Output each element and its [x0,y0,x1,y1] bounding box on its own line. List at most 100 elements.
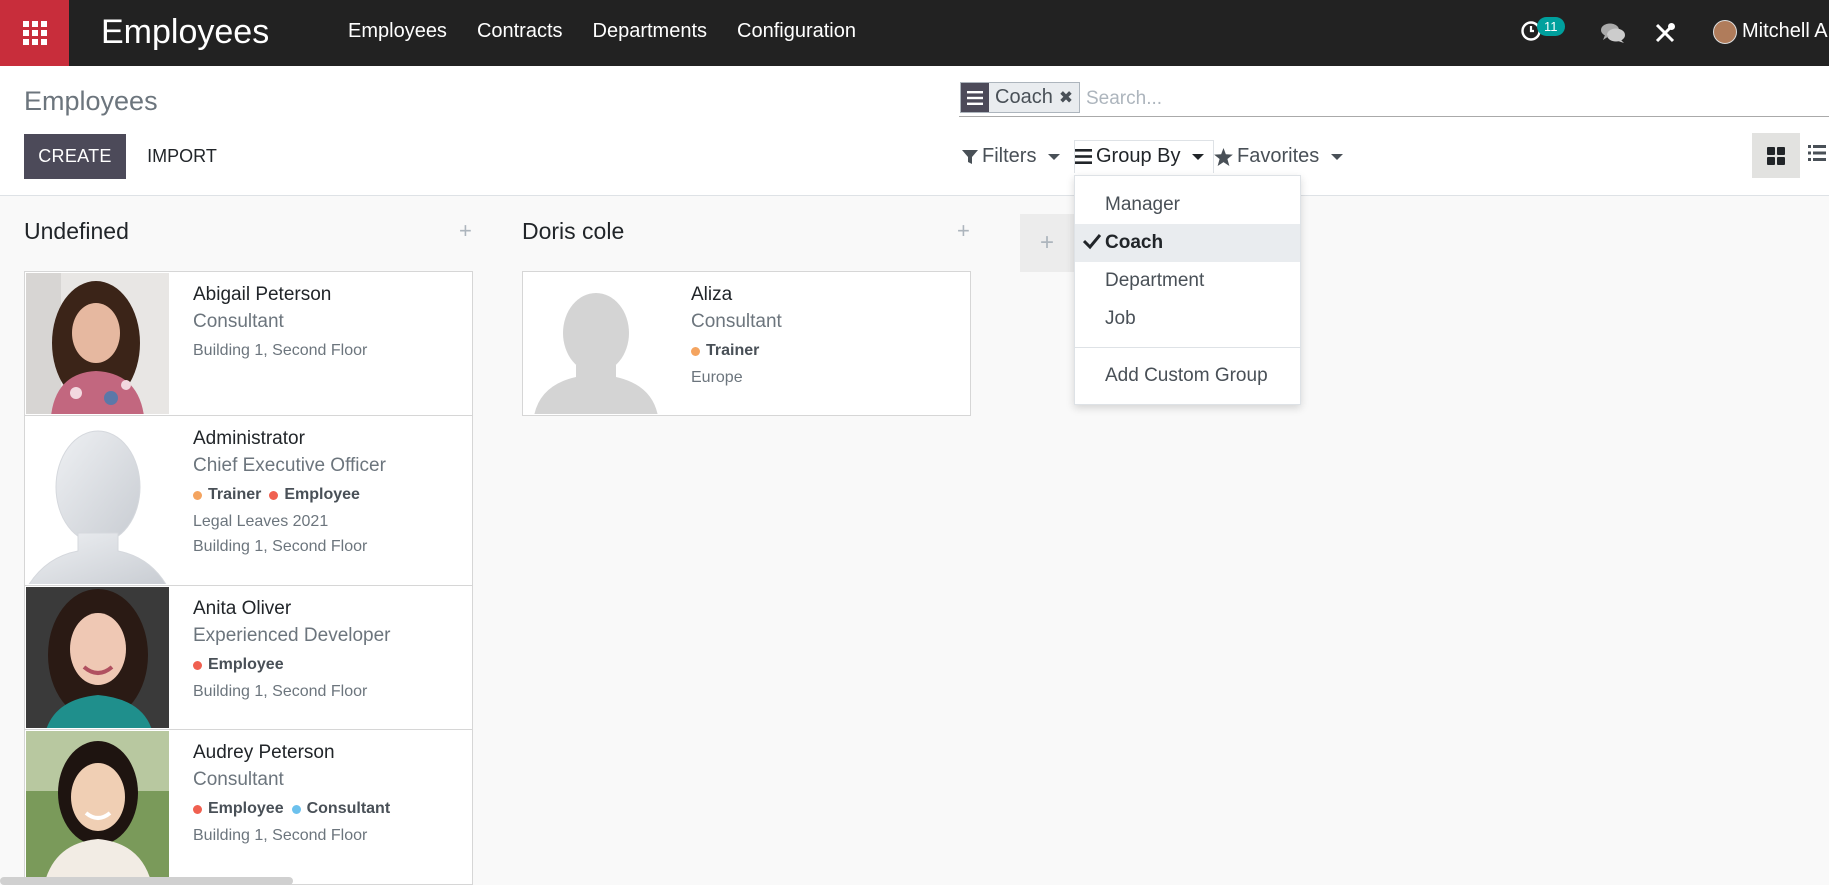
group-by-label: Group By [1096,145,1181,167]
dropdown-divider [1075,347,1300,348]
tag-color-dot [291,804,301,814]
kanban-view-button[interactable] [1752,133,1800,178]
filters-dropdown-toggle[interactable]: Filters [962,145,1061,168]
star-icon [1214,147,1233,166]
employee-card[interactable]: Aliza Consultant Trainer Europe [522,271,971,416]
grid-icon [22,21,47,45]
employee-work-location: Building 1, Second Floor [193,827,368,844]
card-body: Abigail Peterson Consultant Building 1, … [193,284,462,360]
create-button[interactable]: CREATE [24,134,126,179]
employee-work-location: Building 1, Second Floor [193,342,368,359]
employee-work-location: Europe [691,369,743,386]
favorites-dropdown-toggle[interactable]: Favorites [1214,145,1344,168]
chat-bubbles-icon [1601,23,1625,43]
option-label: Coach [1105,232,1164,253]
menu-configuration[interactable]: Configuration [737,20,856,43]
tag-color-dot [193,490,202,500]
tag-label: Consultant [306,800,391,817]
column-title[interactable]: Doris cole [522,218,624,245]
card-body: Audrey Peterson Consultant Employee Cons… [193,742,462,845]
list-view-button[interactable] [1808,145,1826,166]
employee-name: Audrey Peterson [193,742,335,763]
kanban-grid-icon [1767,146,1785,165]
employee-tags: Employee Consultant [193,800,462,818]
tag-consultant: Consultant [291,800,391,818]
card-body: Aliza Consultant Trainer Europe [691,284,960,387]
column-title[interactable]: Undefined [24,218,129,245]
employee-name: Anita Oliver [193,598,292,619]
messaging-button[interactable] [1600,22,1626,49]
funnel-icon [962,149,978,164]
card-body: Administrator Chief Executive Officer Tr… [193,428,462,556]
menu-employees[interactable]: Employees [348,20,447,43]
employee-card[interactable]: Administrator Chief Executive Officer Tr… [24,415,473,586]
column-quick-create-icon[interactable]: + [459,218,472,244]
column-quick-create-icon[interactable]: + [957,218,970,244]
card-body: Anita Oliver Experienced Developer Emplo… [193,598,462,701]
breadcrumb: Employees [24,86,158,116]
import-button[interactable]: IMPORT [136,134,228,179]
employee-name: Abigail Peterson [193,284,332,305]
activity-count-badge: 11 [1537,17,1565,36]
search-facet-coach[interactable]: Coach ✖ [960,82,1081,113]
group-by-option-job[interactable]: Job [1075,300,1300,338]
employee-photo [524,273,667,414]
main-menu: Employees Contracts Departments Configur… [348,20,856,43]
tag-label: Employee [208,656,284,673]
facet-remove-icon[interactable]: ✖ [1059,88,1079,108]
employee-card[interactable]: Audrey Peterson Consultant Employee Cons… [24,729,473,885]
check-icon [1083,234,1101,250]
user-menu[interactable]: Mitchell A [1742,20,1828,43]
employee-photo [26,273,169,414]
menu-departments[interactable]: Departments [593,20,708,43]
tag-color-dot [193,660,202,670]
employee-photo [26,731,169,883]
control-panel: Employees CREATE IMPORT Coach ✖ Filters … [0,66,1829,196]
employee-name: Administrator [193,428,305,449]
tag-employee: Employee [269,486,360,504]
employee-job-title: Experienced Developer [193,625,391,646]
employee-work-location: Building 1, Second Floor [193,538,368,555]
search-input[interactable] [1084,84,1788,114]
employee-tags: Trainer [691,342,960,360]
menu-contracts[interactable]: Contracts [477,20,563,43]
bars-icon [1075,149,1092,164]
user-avatar[interactable] [1713,20,1737,44]
employee-work-location: Building 1, Second Floor [193,683,368,700]
group-by-option-coach[interactable]: Coach [1075,224,1300,262]
apps-menu-button[interactable] [0,0,69,66]
group-by-facet-icon [961,83,989,112]
employee-name: Aliza [691,284,733,305]
employee-job-title: Consultant [691,311,782,332]
tag-color-dot [269,490,279,500]
group-by-option-department[interactable]: Department [1075,262,1300,300]
favorites-label: Favorites [1237,145,1320,167]
tag-trainer: Trainer [691,342,759,360]
tag-label: Employee [208,800,284,817]
employee-card[interactable]: Anita Oliver Experienced Developer Emplo… [24,585,473,730]
group-by-dropdown-toggle[interactable]: Group By [1075,145,1205,168]
group-by-dropdown-menu: Manager Coach Department Job Add Custom … [1074,175,1301,405]
facet-label: Coach [995,86,1053,108]
horizontal-scrollbar[interactable] [0,877,293,885]
employee-tags: Trainer Employee [193,486,462,504]
tag-color-dot [193,804,202,814]
employee-job-title: Chief Executive Officer [193,455,386,476]
debug-tools-button[interactable] [1654,22,1676,49]
employee-card[interactable]: Abigail Peterson Consultant Building 1, … [24,271,473,416]
add-custom-group-toggle[interactable]: Add Custom Group [1075,357,1300,395]
caret-down-icon [1192,153,1205,160]
add-column-button[interactable]: + [1020,214,1074,272]
tag-trainer: Trainer [193,486,261,504]
filters-label: Filters [982,145,1037,167]
tag-employee: Employee [193,656,284,674]
caret-down-icon [1331,153,1344,160]
caret-down-icon [1048,153,1061,160]
app-title[interactable]: Employees [101,13,269,52]
employee-job-title: Consultant [193,311,284,332]
search-bar: Coach ✖ [959,82,1829,117]
employee-job-title: Consultant [193,769,284,790]
employee-leave-info: Legal Leaves 2021 [193,513,329,530]
tag-label: Trainer [208,486,262,503]
group-by-option-manager[interactable]: Manager [1075,186,1300,224]
